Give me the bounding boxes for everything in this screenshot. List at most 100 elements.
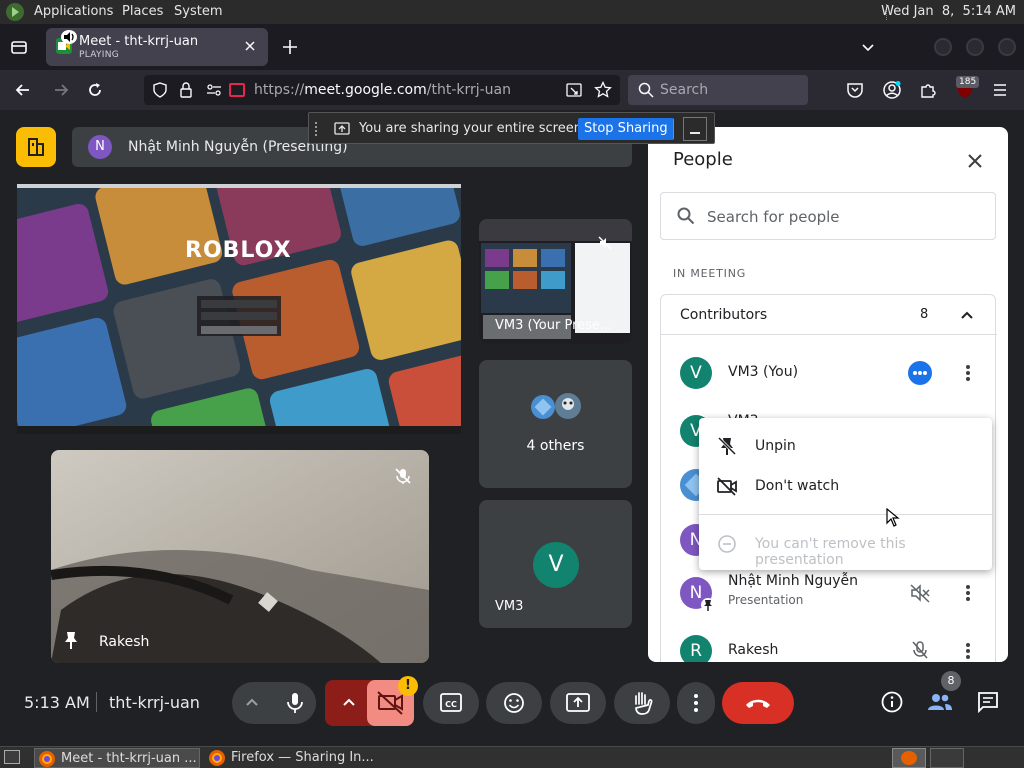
people-count-badge: 8 [941, 671, 961, 691]
menu-system[interactable]: System [174, 4, 222, 19]
taskbar-item-label: Meet - tht-krrj-uan ... [61, 751, 197, 766]
menu-places[interactable]: Places [122, 4, 163, 19]
close-window-button[interactable] [998, 38, 1016, 56]
share-screen-icon [334, 121, 350, 137]
taskbar-item-meet[interactable]: Meet - tht-krrj-uan ... [34, 748, 200, 768]
video-options-chevron-up-icon[interactable] [341, 695, 357, 711]
muted-audio-icon [909, 583, 931, 603]
new-tab-icon[interactable] [281, 38, 299, 56]
more-options-icon[interactable] [959, 641, 977, 661]
participant-context-menu: Unpin Don't watch You can't remove this … [699, 418, 992, 570]
self-presentation-tile[interactable]: VM3 (Your Prese... [479, 219, 632, 344]
participant-name: Nhật Minh Nguyễn [728, 573, 859, 589]
people-search-icon [677, 207, 695, 225]
menu-item-dont-watch[interactable]: Don't watch [699, 466, 992, 506]
menu-applications[interactable]: Applications [34, 4, 113, 19]
account-icon[interactable] [882, 80, 902, 100]
presentation-tile[interactable]: ROBLOX [17, 184, 461, 434]
list-all-tabs-chevron-icon[interactable] [860, 39, 876, 55]
firefox-icon [901, 751, 917, 765]
pin-icon[interactable] [63, 630, 79, 650]
contributors-group-header[interactable]: Contributors 8 [661, 295, 997, 335]
audio-options-chevron-up-icon[interactable] [244, 695, 260, 711]
audio-playing-icon[interactable] [61, 30, 77, 44]
raise-hand-button[interactable] [614, 682, 670, 724]
leave-call-button[interactable] [722, 682, 794, 724]
permissions-icon[interactable] [206, 82, 222, 98]
maximize-window-button[interactable] [966, 38, 984, 56]
lock-icon[interactable] [179, 82, 193, 98]
speaking-indicator-icon [908, 361, 932, 385]
pocket-icon[interactable] [846, 81, 864, 99]
browser-tab-strip: Meet - tht-krrj-uan PLAYING [0, 24, 1024, 70]
show-desktop-icon[interactable] [4, 750, 20, 764]
reload-icon[interactable] [86, 81, 104, 99]
forward-arrow-icon[interactable] [52, 81, 70, 99]
tab-close-icon[interactable] [243, 39, 257, 53]
microphone-icon [287, 693, 303, 713]
chat-icon[interactable] [976, 690, 1000, 714]
menu-item-label: Don't watch [755, 478, 840, 494]
participant-name: Rakesh [728, 642, 779, 658]
vm3-tile[interactable]: V VM3 [479, 500, 632, 628]
web-search-bar[interactable]: Search [628, 75, 808, 105]
menu-item-unpin[interactable]: Unpin [699, 426, 992, 466]
participant-row[interactable]: R Rakesh [661, 623, 997, 662]
extensions-puzzle-icon[interactable] [919, 81, 937, 99]
tracking-shield-icon[interactable] [152, 82, 168, 98]
participant-avatar: V [680, 357, 712, 389]
meeting-details-icon[interactable] [880, 690, 904, 714]
collapse-chevron-up-icon[interactable] [959, 307, 975, 323]
people-search-input[interactable]: Search for people [660, 192, 996, 240]
url-domain: meet.google.com [304, 82, 427, 98]
roblox-logo-text: ROBLOX [185, 238, 292, 263]
tab-meet[interactable]: Meet - tht-krrj-uan PLAYING [46, 28, 268, 66]
more-options-icon[interactable] [959, 363, 977, 383]
participant-row[interactable]: V VM3 (You) [661, 345, 997, 401]
back-arrow-icon[interactable] [14, 81, 32, 99]
presentation-screen-image [17, 188, 461, 434]
tab-list-icon[interactable] [10, 38, 28, 56]
hamburger-menu-icon[interactable] [991, 81, 1009, 99]
reader-view-icon[interactable] [566, 82, 582, 98]
menu-divider [699, 514, 992, 515]
meeting-activities-icon[interactable] [16, 127, 56, 167]
more-options-icon[interactable] [959, 583, 977, 603]
presenter-avatar: N [88, 135, 112, 159]
firefox-icon [209, 750, 225, 766]
people-panel-title: People [673, 149, 733, 170]
url-bar[interactable]: https://meet.google.com/tht-krrj-uan [144, 75, 620, 105]
distro-logo-icon[interactable] [6, 3, 24, 21]
present-screen-button[interactable] [550, 682, 606, 724]
more-options-button[interactable] [677, 682, 715, 724]
emoji-icon [504, 693, 524, 713]
tab-title: Meet - tht-krrj-uan [79, 34, 199, 49]
people-button-icon[interactable] [926, 690, 954, 714]
minimize-window-button[interactable] [934, 38, 952, 56]
captions-button[interactable]: CC [423, 682, 479, 724]
participant-row[interactable]: N Nhật Minh Nguyễn Presentation [661, 565, 997, 621]
workspace-switcher[interactable] [892, 748, 926, 768]
people-panel: People Search for people IN MEETING Cont… [648, 127, 1008, 662]
microphone-button[interactable] [274, 682, 316, 724]
taskbar-item-firefox-sharing[interactable]: Firefox — Sharing In... [205, 748, 375, 768]
stop-sharing-button[interactable]: Stop Sharing [578, 118, 674, 140]
footer-separator [96, 692, 97, 712]
workspace-2[interactable] [930, 748, 964, 768]
minimize-sharebar-button[interactable] [683, 117, 707, 141]
bookmark-star-icon[interactable] [594, 81, 612, 99]
other-participant-avatar [555, 393, 581, 419]
reactions-button[interactable] [486, 682, 542, 724]
drag-handle-icon[interactable] [315, 122, 319, 136]
rakesh-tile-label: Rakesh [99, 634, 150, 650]
url-path: /tht-krrj-uan [426, 82, 512, 98]
close-panel-icon[interactable] [965, 151, 985, 171]
vm3-tile-avatar: V [533, 542, 579, 588]
panel-clock[interactable]: Wed Jan 8, 5:14 AM [881, 4, 1016, 19]
pinned-badge-icon [701, 598, 715, 612]
rakesh-video-tile[interactable]: Rakesh [51, 450, 429, 663]
screen-share-indicator-icon[interactable] [229, 83, 245, 97]
rakesh-muted-mic-icon [393, 466, 413, 486]
others-tile[interactable]: 4 others [479, 360, 632, 488]
camera-alert-badge: ! [398, 676, 418, 696]
